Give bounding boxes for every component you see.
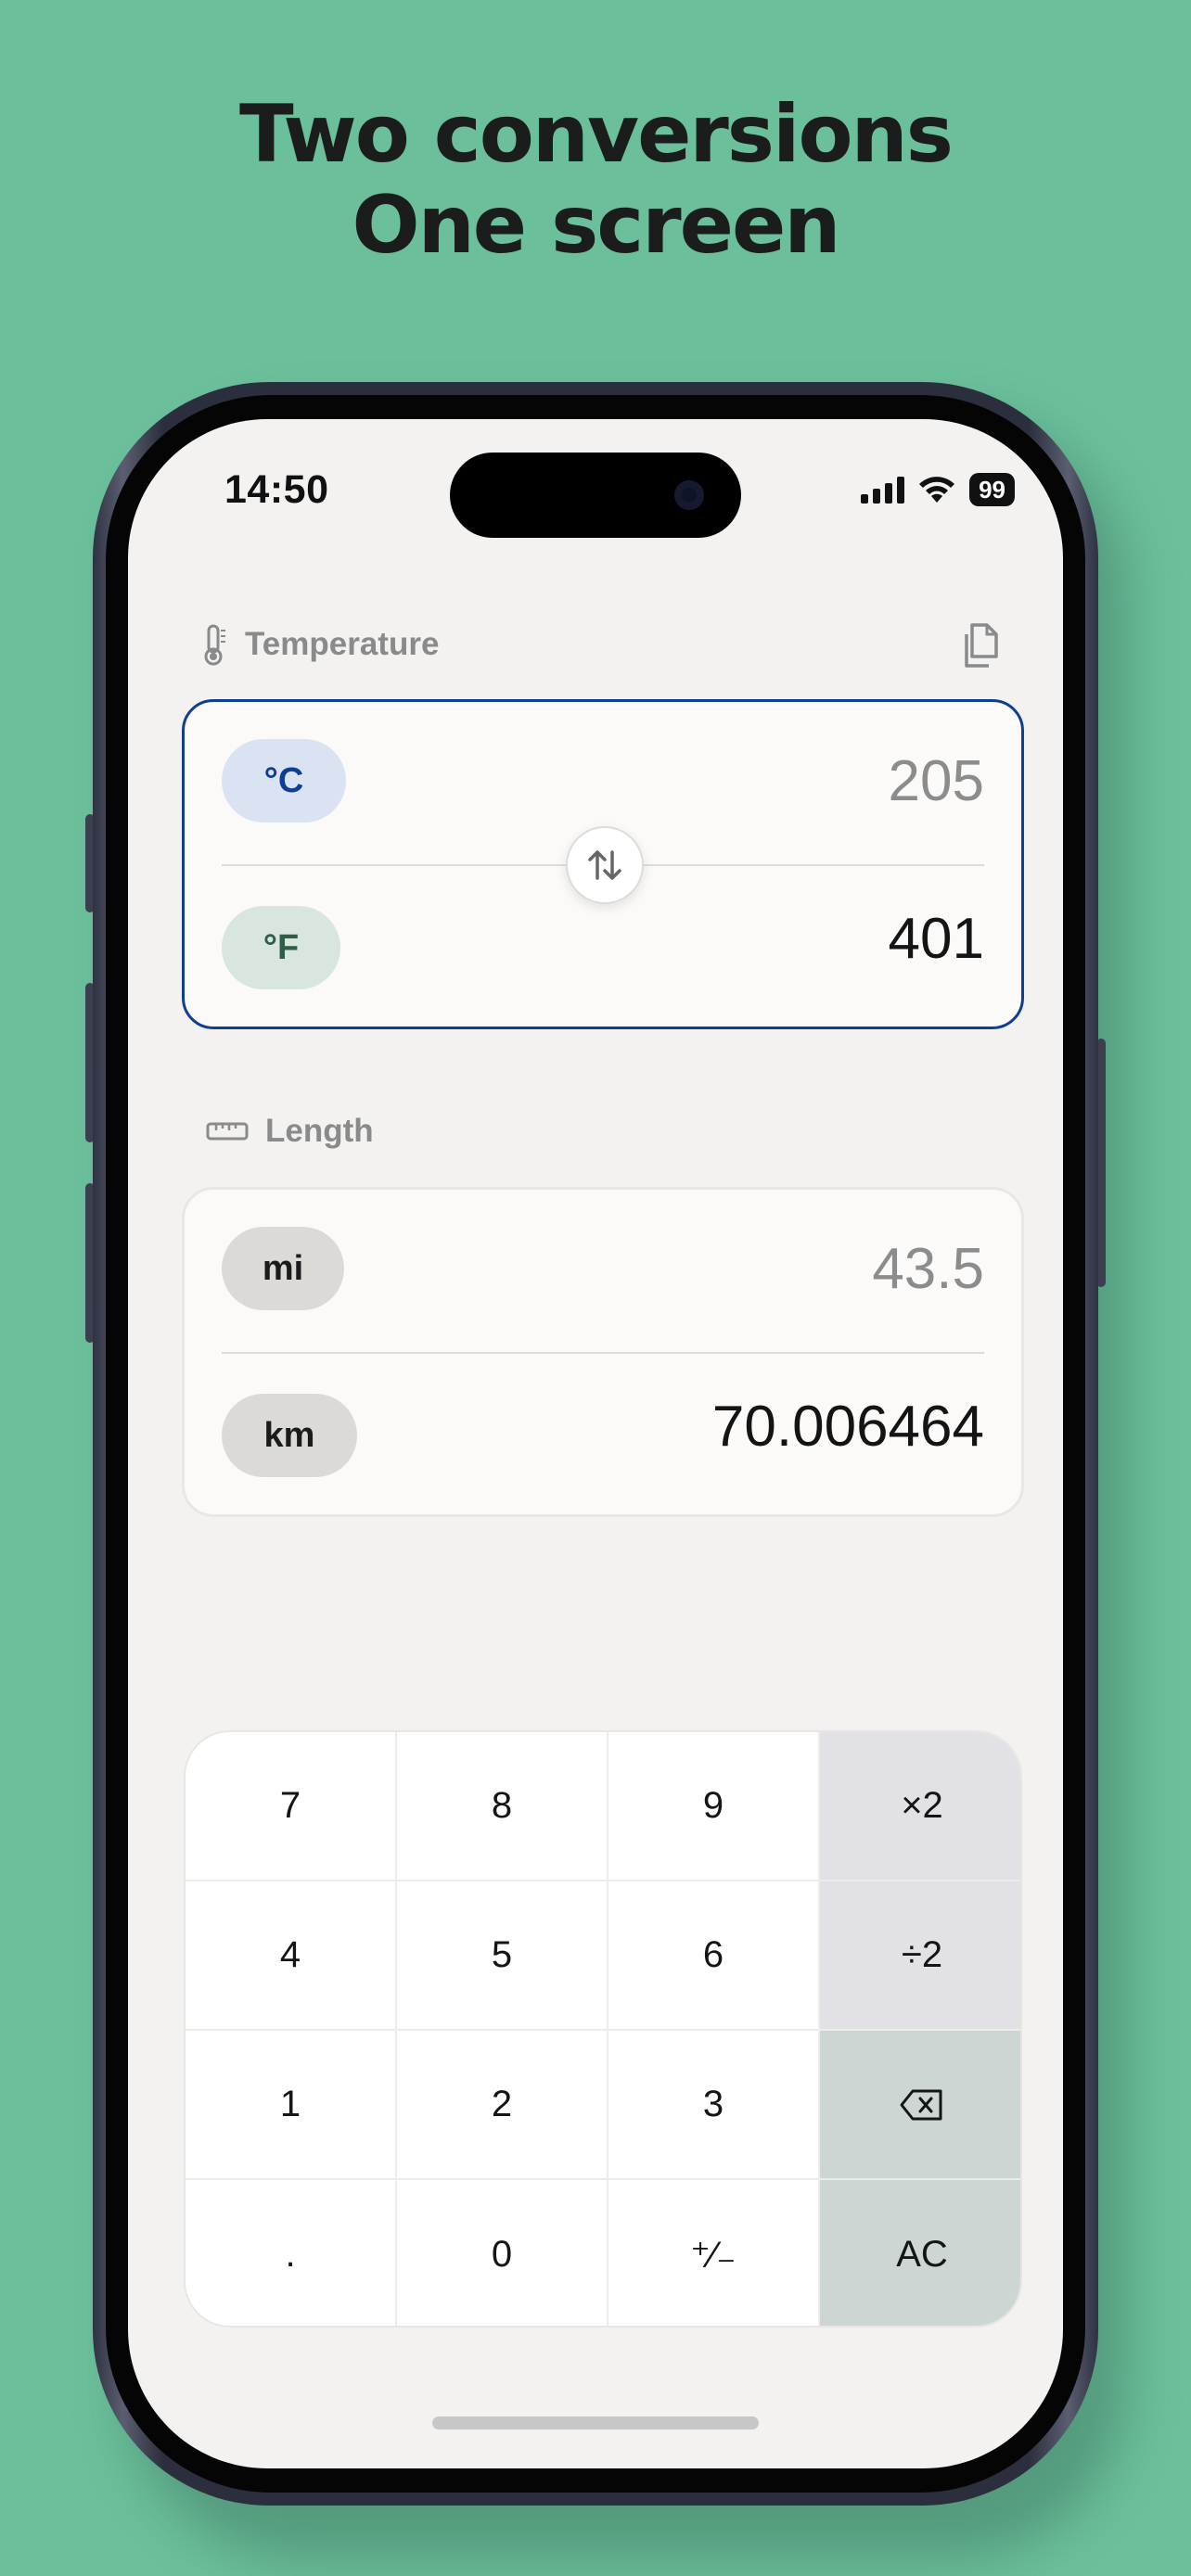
key-8[interactable]: 8 (397, 1732, 608, 1881)
key-2[interactable]: 2 (397, 2031, 608, 2180)
length-divider (222, 1352, 984, 1354)
home-indicator[interactable] (432, 2417, 759, 2429)
key-multiply-by-2[interactable]: ×2 (820, 1732, 1020, 1881)
key-9[interactable]: 9 (608, 1732, 820, 1881)
key-1[interactable]: 1 (186, 2031, 397, 2180)
key-all-clear[interactable]: AC (820, 2180, 1020, 2326)
temperature-card[interactable]: °C 205 °F 401 (182, 699, 1024, 1029)
key-0[interactable]: 0 (397, 2180, 608, 2326)
fahrenheit-value[interactable]: 401 (889, 906, 984, 972)
thermometer-icon (204, 624, 225, 666)
length-section-label: Length (265, 1113, 374, 1149)
dynamic-island (450, 453, 741, 538)
swap-units-button[interactable] (566, 826, 644, 904)
fahrenheit-unit-pill[interactable]: °F (222, 906, 340, 989)
status-time: 14:50 (224, 467, 329, 512)
temperature-section-header: Temperature (200, 623, 439, 666)
length-section-header: Length (206, 1113, 374, 1150)
key-5[interactable]: 5 (397, 1881, 608, 2031)
length-card[interactable]: mi 43.5 km 70.006464 (182, 1187, 1024, 1517)
key-backspace[interactable] (820, 2031, 1020, 2180)
kilometers-unit-pill[interactable]: km (222, 1394, 357, 1477)
key-decimal[interactable]: . (186, 2180, 397, 2326)
wifi-icon (919, 477, 955, 503)
miles-unit-pill[interactable]: mi (222, 1227, 344, 1310)
key-plus-minus[interactable]: ⁺∕₋ (608, 2180, 820, 2326)
celsius-value[interactable]: 205 (889, 748, 984, 814)
backspace-icon (900, 2089, 942, 2120)
swap-arrows-icon (588, 850, 621, 880)
celsius-unit-pill[interactable]: °C (222, 739, 346, 823)
app-screen: 14:50 99 Temperature °C 205 °F 401 Lengt… (128, 419, 1063, 2468)
keypad: 7 8 9 ×2 4 5 6 ÷2 1 2 3 . 0 ⁺∕₋ AC (184, 1730, 1022, 2327)
key-6[interactable]: 6 (608, 1881, 820, 2031)
camera-icon (674, 480, 704, 510)
headline-line-2: One screen (352, 179, 840, 272)
copy-icon[interactable] (959, 621, 1002, 674)
headline-line-1: Two conversions (239, 88, 954, 181)
kilometers-value[interactable]: 70.006464 (712, 1394, 984, 1460)
status-indicators: 99 (861, 471, 1015, 508)
ruler-icon (206, 1122, 249, 1141)
temperature-section-label: Temperature (245, 626, 440, 662)
key-divide-by-2[interactable]: ÷2 (820, 1881, 1020, 2031)
key-3[interactable]: 3 (608, 2031, 820, 2180)
miles-value[interactable]: 43.5 (872, 1236, 984, 1302)
cellular-signal-icon (861, 476, 905, 504)
key-4[interactable]: 4 (186, 1881, 397, 2031)
key-7[interactable]: 7 (186, 1732, 397, 1881)
battery-indicator: 99 (969, 473, 1015, 506)
marketing-headline: Two conversions One screen (0, 89, 1191, 271)
